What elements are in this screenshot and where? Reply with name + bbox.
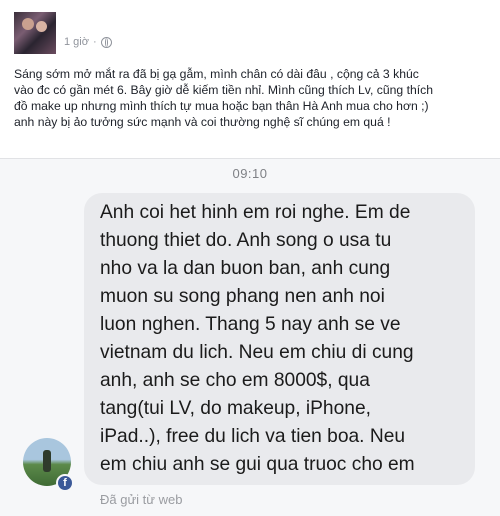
post-text: Sáng sớm mở mắt ra đã bị gạ gẫm, mình ch… [14, 66, 500, 130]
globe-icon [100, 36, 112, 48]
message-line: luon nghen. Thang 5 nay anh se ve [100, 314, 401, 335]
poster-avatar[interactable] [14, 12, 56, 54]
message-line: thuong thiet do. Anh song o usa tu [100, 230, 392, 251]
message-line: em chiu anh se gui qua truoc cho em [100, 454, 415, 475]
post-text-line: vào đc có gần mét 6. Bây giờ dễ kiếm tiề… [14, 83, 433, 97]
post-header: 1 giờ · [0, 0, 500, 62]
post-time[interactable]: 1 giờ [64, 36, 89, 48]
message-line: anh, anh se cho em 8000$, qua [100, 370, 370, 391]
post-meta: 1 giờ · [64, 36, 112, 48]
facebook-icon: f [56, 474, 74, 492]
message-text: Anh coi het hinh em roi nghe. Em de thuo… [100, 199, 490, 479]
message-line: muon su song phang nen anh noi [100, 286, 385, 307]
message-line: Anh coi het hinh em roi nghe. Em de [100, 202, 411, 223]
avatar-figure [43, 450, 51, 472]
message-line: vietnam du lich. Neu em chiu di cung [100, 342, 414, 363]
message-line: iPad..), free du lich va tien boa. Neu [100, 426, 406, 447]
post-text-line: anh này bị ảo tưởng sức mạnh và coi thườ… [14, 115, 391, 129]
meta-separator: · [92, 36, 97, 48]
message-line: tang(tui LV, do makeup, iPhone, [100, 398, 371, 419]
post-text-line: Sáng sớm mở mắt ra đã bị gạ gẫm, mình ch… [14, 67, 419, 81]
post-text-line: đồ make up nhưng mình thích tự mua hoặc … [14, 99, 429, 113]
message-line: nho va la dan buon ban, anh cung [100, 258, 391, 279]
sent-via-label: Đã gửi từ web [100, 492, 183, 507]
message-timestamp: 09:10 [232, 166, 268, 181]
